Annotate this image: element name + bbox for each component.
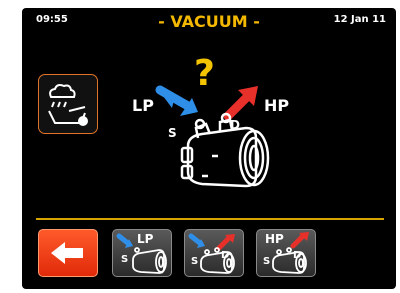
lp-hp-compressor-icon: [188, 233, 235, 274]
btn-both-s-label: S: [191, 256, 199, 267]
suction-label: S: [168, 126, 177, 140]
btn-hp-d-label: D: [293, 250, 302, 261]
lp-arrow-icon: [155, 85, 198, 116]
hp-arrow-icon: [223, 86, 258, 121]
btn-hp-label: HP: [265, 232, 284, 246]
compressor-diagram: [155, 85, 270, 188]
divider-line: [36, 218, 384, 220]
lp-label: LP: [132, 96, 154, 115]
discharge-label: D: [230, 118, 240, 132]
compressor-icon: [180, 112, 270, 188]
back-button[interactable]: [38, 229, 98, 277]
btn-lp-s-label: S: [121, 254, 129, 265]
btn-lp-label: LP: [137, 232, 154, 246]
select-lp-hp-button[interactable]: S D: [184, 229, 244, 277]
btn-hp-s-label: S: [263, 256, 271, 267]
btn-both-d-label: D: [221, 250, 230, 261]
device-screen: 09:55 - VACUUM - 12 Jan 11 ? LP HP S D L…: [22, 8, 396, 289]
select-hp-button[interactable]: HP S D: [256, 229, 316, 277]
arrow-left-icon: [51, 242, 83, 264]
select-lp-button[interactable]: LP S: [112, 229, 172, 277]
hp-label: HP: [264, 96, 290, 115]
